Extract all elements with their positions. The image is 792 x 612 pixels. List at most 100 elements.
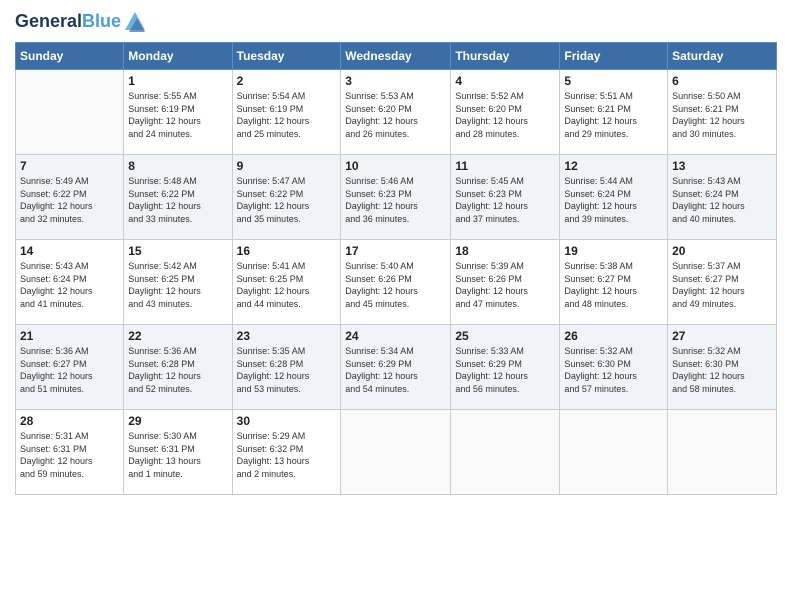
day-info: Sunrise: 5:55 AM Sunset: 6:19 PM Dayligh… [128, 90, 227, 140]
day-info: Sunrise: 5:45 AM Sunset: 6:23 PM Dayligh… [455, 175, 555, 225]
calendar-day-cell: 5 Sunrise: 5:51 AM Sunset: 6:21 PM Daylig… [560, 70, 668, 155]
day-number: 29 [128, 414, 227, 428]
day-info: Sunrise: 5:37 AM Sunset: 6:27 PM Dayligh… [672, 260, 772, 310]
calendar-day-cell: 28Sunrise: 5:31 AM Sunset: 6:31 PM Dayli… [16, 410, 124, 495]
day-header-monday: Monday [124, 43, 232, 70]
day-header-tuesday: Tuesday [232, 43, 341, 70]
day-info: Sunrise: 5:35 AM Sunset: 6:28 PM Dayligh… [237, 345, 337, 395]
empty-cell [560, 410, 668, 495]
day-info: Sunrise: 5:38 AM Sunset: 6:27 PM Dayligh… [564, 260, 663, 310]
day-info: Sunrise: 5:43 AM Sunset: 6:24 PM Dayligh… [672, 175, 772, 225]
day-number: 14 [20, 244, 119, 258]
day-number: 18 [455, 244, 555, 258]
day-info: Sunrise: 5:32 AM Sunset: 6:30 PM Dayligh… [564, 345, 663, 395]
calendar-day-cell: 29 Sunrise: 5:30 AM Sunset: 6:31 PM Dayli… [124, 410, 232, 495]
calendar-day-cell: 1 Sunrise: 5:55 AM Sunset: 6:19 PM Daylig… [124, 70, 232, 155]
calendar-day-cell: 9 Sunrise: 5:47 AM Sunset: 6:22 PM Daylig… [232, 155, 341, 240]
calendar-day-cell: 13 Sunrise: 5:43 AM Sunset: 6:24 PM Dayli… [668, 155, 777, 240]
day-number: 15 [128, 244, 227, 258]
day-header-thursday: Thursday [451, 43, 560, 70]
day-number: 12 [564, 159, 663, 173]
empty-cell [668, 410, 777, 495]
day-number: 11 [455, 159, 555, 173]
day-info: Sunrise: 5:40 AM Sunset: 6:26 PM Dayligh… [345, 260, 446, 310]
day-info: Sunrise: 5:39 AM Sunset: 6:26 PM Dayligh… [455, 260, 555, 310]
day-info: Sunrise: 5:51 AM Sunset: 6:21 PM Dayligh… [564, 90, 663, 140]
header: GeneralBlue [15, 10, 777, 34]
day-number: 5 [564, 74, 663, 88]
calendar-day-cell: 10 Sunrise: 5:46 AM Sunset: 6:23 PM Dayli… [341, 155, 451, 240]
day-number: 24 [345, 329, 446, 343]
day-number: 9 [237, 159, 337, 173]
day-number: 21 [20, 329, 119, 343]
day-info: Sunrise: 5:31 AM Sunset: 6:31 PM Dayligh… [20, 430, 119, 480]
empty-cell [451, 410, 560, 495]
logo: GeneralBlue [15, 10, 147, 34]
day-number: 30 [237, 414, 337, 428]
day-info: Sunrise: 5:33 AM Sunset: 6:29 PM Dayligh… [455, 345, 555, 395]
calendar-week-row: 7Sunrise: 5:49 AM Sunset: 6:22 PM Daylig… [16, 155, 777, 240]
calendar-day-cell: 7Sunrise: 5:49 AM Sunset: 6:22 PM Daylig… [16, 155, 124, 240]
calendar-day-cell: 6Sunrise: 5:50 AM Sunset: 6:21 PM Daylig… [668, 70, 777, 155]
day-number: 19 [564, 244, 663, 258]
day-header-friday: Friday [560, 43, 668, 70]
calendar-day-cell: 15 Sunrise: 5:42 AM Sunset: 6:25 PM Dayli… [124, 240, 232, 325]
day-info: Sunrise: 5:53 AM Sunset: 6:20 PM Dayligh… [345, 90, 446, 140]
day-number: 25 [455, 329, 555, 343]
day-number: 13 [672, 159, 772, 173]
calendar-week-row: 14 Sunrise: 5:43 AM Sunset: 6:24 PM Dayli… [16, 240, 777, 325]
day-number: 3 [345, 74, 446, 88]
calendar-week-row: 1 Sunrise: 5:55 AM Sunset: 6:19 PM Daylig… [16, 70, 777, 155]
day-number: 4 [455, 74, 555, 88]
calendar-day-cell: 11 Sunrise: 5:45 AM Sunset: 6:23 PM Dayli… [451, 155, 560, 240]
empty-cell [341, 410, 451, 495]
day-number: 2 [237, 74, 337, 88]
day-info: Sunrise: 5:44 AM Sunset: 6:24 PM Dayligh… [564, 175, 663, 225]
day-info: Sunrise: 5:32 AM Sunset: 6:30 PM Dayligh… [672, 345, 772, 395]
calendar-day-cell: 16 Sunrise: 5:41 AM Sunset: 6:25 PM Dayli… [232, 240, 341, 325]
day-info: Sunrise: 5:52 AM Sunset: 6:20 PM Dayligh… [455, 90, 555, 140]
day-info: Sunrise: 5:43 AM Sunset: 6:24 PM Dayligh… [20, 260, 119, 310]
calendar-day-cell: 25 Sunrise: 5:33 AM Sunset: 6:29 PM Dayli… [451, 325, 560, 410]
calendar-day-cell: 20 Sunrise: 5:37 AM Sunset: 6:27 PM Dayli… [668, 240, 777, 325]
day-info: Sunrise: 5:49 AM Sunset: 6:22 PM Dayligh… [20, 175, 119, 225]
day-number: 27 [672, 329, 772, 343]
calendar-day-cell: 18 Sunrise: 5:39 AM Sunset: 6:26 PM Dayli… [451, 240, 560, 325]
calendar-day-cell: 19 Sunrise: 5:38 AM Sunset: 6:27 PM Dayli… [560, 240, 668, 325]
calendar-day-cell: 30 Sunrise: 5:29 AM Sunset: 6:32 PM Dayli… [232, 410, 341, 495]
calendar-table: SundayMondayTuesdayWednesdayThursdayFrid… [15, 42, 777, 495]
day-info: Sunrise: 5:47 AM Sunset: 6:22 PM Dayligh… [237, 175, 337, 225]
day-header-saturday: Saturday [668, 43, 777, 70]
day-info: Sunrise: 5:46 AM Sunset: 6:23 PM Dayligh… [345, 175, 446, 225]
calendar-week-row: 21Sunrise: 5:36 AM Sunset: 6:27 PM Dayli… [16, 325, 777, 410]
day-number: 20 [672, 244, 772, 258]
calendar-day-cell: 17 Sunrise: 5:40 AM Sunset: 6:26 PM Dayli… [341, 240, 451, 325]
logo-text: GeneralBlue [15, 12, 121, 32]
calendar-day-cell: 2Sunrise: 5:54 AM Sunset: 6:19 PM Daylig… [232, 70, 341, 155]
empty-cell [16, 70, 124, 155]
day-header-wednesday: Wednesday [341, 43, 451, 70]
day-number: 1 [128, 74, 227, 88]
calendar-week-row: 28Sunrise: 5:31 AM Sunset: 6:31 PM Dayli… [16, 410, 777, 495]
day-info: Sunrise: 5:50 AM Sunset: 6:21 PM Dayligh… [672, 90, 772, 140]
day-number: 8 [128, 159, 227, 173]
day-header-sunday: Sunday [16, 43, 124, 70]
day-info: Sunrise: 5:30 AM Sunset: 6:31 PM Dayligh… [128, 430, 227, 480]
calendar-day-cell: 27 Sunrise: 5:32 AM Sunset: 6:30 PM Dayli… [668, 325, 777, 410]
logo-icon [123, 10, 147, 34]
day-number: 23 [237, 329, 337, 343]
calendar-header-row: SundayMondayTuesdayWednesdayThursdayFrid… [16, 43, 777, 70]
calendar-page: GeneralBlue SundayMondayTuesdayWednesday… [0, 0, 792, 612]
calendar-day-cell: 14 Sunrise: 5:43 AM Sunset: 6:24 PM Dayli… [16, 240, 124, 325]
day-number: 17 [345, 244, 446, 258]
day-info: Sunrise: 5:29 AM Sunset: 6:32 PM Dayligh… [237, 430, 337, 480]
day-info: Sunrise: 5:41 AM Sunset: 6:25 PM Dayligh… [237, 260, 337, 310]
day-number: 16 [237, 244, 337, 258]
calendar-day-cell: 12 Sunrise: 5:44 AM Sunset: 6:24 PM Dayli… [560, 155, 668, 240]
day-info: Sunrise: 5:42 AM Sunset: 6:25 PM Dayligh… [128, 260, 227, 310]
calendar-day-cell: 8 Sunrise: 5:48 AM Sunset: 6:22 PM Daylig… [124, 155, 232, 240]
day-number: 10 [345, 159, 446, 173]
calendar-day-cell: 26Sunrise: 5:32 AM Sunset: 6:30 PM Dayli… [560, 325, 668, 410]
calendar-day-cell: 3 Sunrise: 5:53 AM Sunset: 6:20 PM Daylig… [341, 70, 451, 155]
day-info: Sunrise: 5:48 AM Sunset: 6:22 PM Dayligh… [128, 175, 227, 225]
